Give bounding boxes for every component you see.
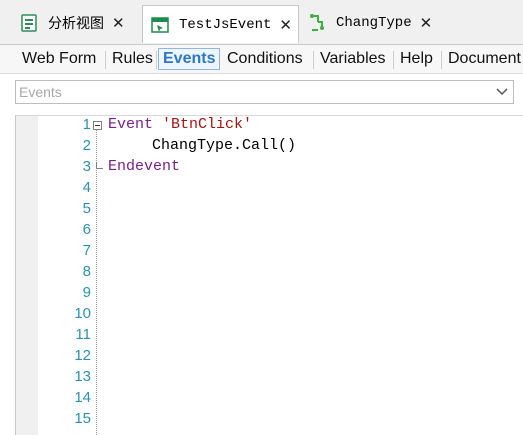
- webform-icon: [151, 16, 169, 34]
- line-number: 2: [82, 137, 91, 154]
- code-editor[interactable]: 1 2 3 4 5 6 7 8 9 10 11 12 13 14 15 Even…: [15, 115, 523, 435]
- keyword-token: Endevent: [108, 158, 181, 175]
- line-number: 10: [74, 305, 91, 322]
- tab-divider: [105, 51, 106, 69]
- document-tab-bar: 分析视图 ✕ TestJsEvent ✕ ChangType ✕: [0, 0, 523, 45]
- tab-variables[interactable]: Variables: [316, 48, 390, 70]
- line-number: 8: [82, 263, 91, 280]
- object-part-tab-bar: Web Form Rules Events Conditions Variabl…: [0, 45, 523, 74]
- string-token: 'BtnClick': [162, 116, 253, 133]
- line-number: 12: [74, 347, 91, 364]
- events-dropdown[interactable]: Events: [15, 80, 514, 104]
- tab-divider: [156, 51, 157, 69]
- code-line-3[interactable]: Endevent: [108, 158, 180, 175]
- editor-left-margin: [0, 115, 15, 434]
- line-number: 3: [82, 158, 91, 175]
- keyword-token: Event: [108, 116, 154, 133]
- tab-documentation[interactable]: Document: [444, 48, 523, 70]
- tab-label: TestJsEvent: [179, 16, 272, 33]
- procedure-icon: [308, 14, 326, 32]
- tab-testjsevent[interactable]: TestJsEvent ✕: [142, 5, 299, 43]
- line-number: 1: [82, 116, 91, 133]
- tab-conditions[interactable]: Conditions: [223, 48, 307, 70]
- tab-help[interactable]: Help: [396, 48, 437, 70]
- tab-divider: [313, 51, 314, 69]
- tab-divider: [441, 51, 442, 69]
- tab-label: 分析视图: [48, 15, 104, 31]
- tab-rules[interactable]: Rules: [108, 48, 157, 70]
- line-number: 6: [82, 221, 91, 238]
- tab-web-form[interactable]: Web Form: [18, 48, 100, 70]
- chevron-down-icon[interactable]: [495, 84, 509, 98]
- line-number: 9: [82, 284, 91, 301]
- fold-guide: [96, 130, 97, 435]
- analysis-view-icon: [20, 14, 38, 32]
- close-icon[interactable]: ✕: [420, 14, 433, 32]
- code-line-2[interactable]: ChangType.Call(): [152, 137, 296, 154]
- line-number: 13: [74, 368, 91, 385]
- line-number: 14: [74, 389, 91, 406]
- tab-events[interactable]: Events: [158, 48, 221, 70]
- fold-collapse-icon[interactable]: [93, 121, 102, 130]
- tab-label: ChangType: [336, 15, 412, 31]
- close-icon[interactable]: ✕: [279, 16, 292, 34]
- tab-analysis-view[interactable]: 分析视图 ✕: [12, 6, 125, 40]
- fold-end-marker: [96, 162, 103, 169]
- line-number: 7: [82, 242, 91, 259]
- line-number: 5: [82, 200, 91, 217]
- close-icon[interactable]: ✕: [112, 14, 125, 32]
- code-line-1[interactable]: Event 'BtnClick': [108, 116, 252, 133]
- tab-divider: [393, 51, 394, 69]
- line-number: 4: [82, 179, 91, 196]
- events-dropdown-placeholder: Events: [19, 84, 62, 100]
- tab-changtype[interactable]: ChangType ✕: [300, 6, 432, 40]
- line-number: 15: [74, 410, 91, 427]
- line-number: 11: [75, 326, 91, 343]
